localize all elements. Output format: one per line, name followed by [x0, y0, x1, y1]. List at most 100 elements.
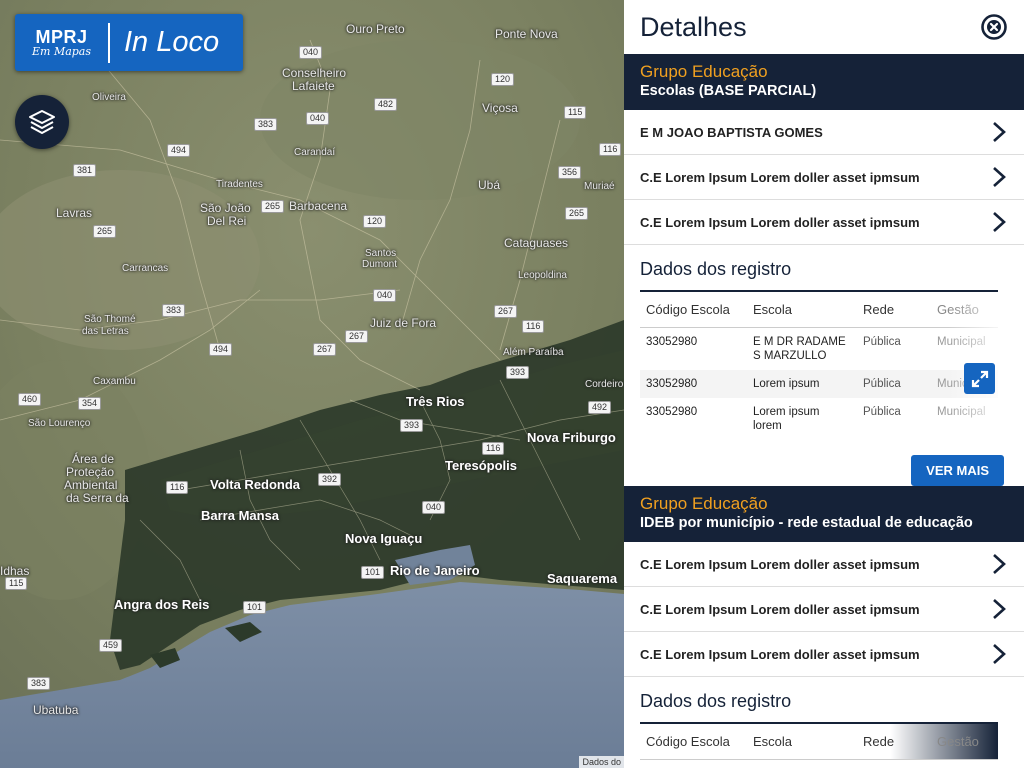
road-shield: 393 [400, 419, 424, 432]
road-shield: 116 [166, 481, 189, 494]
city-label: Nova Friburgo [527, 430, 616, 445]
city-label: Leopoldina [518, 270, 567, 281]
road-shield: 116 [482, 442, 505, 455]
table-header-row: Código Escola Escola Rede Gestão [640, 291, 998, 328]
group-layer-name: Escolas (BASE PARCIAL) [640, 83, 817, 99]
result-item[interactable]: C.E Lorem Ipsum Lorem doller asset ipmsu… [624, 632, 1024, 677]
result-item[interactable]: E M JOAO BAPTISTA GOMES [624, 110, 1024, 155]
road-shield: 494 [167, 144, 191, 157]
road-shield: 482 [374, 98, 398, 111]
map-view[interactable]: Ouro Preto Ponte Nova Conselheiro Lafaie… [0, 0, 624, 768]
city-label: Três Rios [406, 394, 465, 409]
column-header[interactable]: Código Escola [640, 291, 747, 328]
expand-icon [971, 370, 988, 387]
column-header[interactable]: Gestão [931, 291, 998, 328]
city-label: Saquarema [547, 571, 618, 586]
result-item-label: C.E Lorem Ipsum Lorem doller asset ipmsu… [640, 556, 920, 572]
table-cell: Municipal [937, 406, 986, 418]
column-header[interactable]: Gestão [931, 723, 998, 760]
city-label: Del Rei [207, 214, 247, 228]
brand-logo[interactable]: MPRJ Em Mapas In Loco [15, 14, 243, 71]
result-item-label: E M JOAO BAPTISTA GOMES [640, 124, 823, 140]
city-label: das Letras [82, 326, 129, 337]
city-label: Barra Mansa [201, 508, 280, 523]
city-label: Ponte Nova [495, 27, 558, 41]
road-shield: 383 [254, 118, 278, 131]
table-cell: 33052980 [646, 336, 698, 348]
road-shield: 459 [99, 639, 123, 652]
road-shield: 267 [494, 305, 518, 318]
expand-table-button[interactable] [964, 363, 995, 394]
city-label: Viçosa [482, 101, 518, 115]
result-item-label: C.E Lorem Ipsum Lorem doller asset ipmsu… [640, 646, 920, 662]
brand-mprj-block: MPRJ Em Mapas [15, 22, 110, 63]
details-panel: Detalhes Grupo Educação Escolas (BASE PA… [624, 0, 1024, 768]
city-label: Lavras [56, 206, 93, 220]
road-shield: 115 [5, 577, 28, 590]
road-shield: 265 [565, 207, 589, 220]
road-shield: 381 [73, 164, 97, 177]
result-item-label: C.E Lorem Ipsum Lorem doller asset ipmsu… [640, 169, 920, 185]
records-section: Dados dos registro Código Escola Escola … [624, 245, 1024, 457]
city-label: Juiz de Fora [370, 316, 437, 330]
see-more-button[interactable]: VER MAIS [911, 455, 1004, 486]
column-header[interactable]: Rede [857, 723, 931, 760]
city-label: Oliveira [92, 92, 126, 103]
road-shield: 040 [373, 289, 397, 302]
city-label: Lafaiete [292, 79, 335, 93]
road-shield: 101 [243, 601, 267, 614]
city-label: Teresópolis [445, 458, 518, 473]
city-label: Além Paraíba [503, 347, 564, 358]
road-shield: 392 [318, 473, 342, 486]
result-item-label: C.E Lorem Ipsum Lorem doller asset ipmsu… [640, 214, 920, 230]
city-label: Cataguases [504, 236, 569, 250]
city-label: Nova Iguaçu [345, 531, 423, 546]
table-cell: 33052980 [640, 370, 747, 398]
road-shield: 265 [93, 225, 117, 238]
chevron-right-icon [993, 122, 1006, 142]
city-label: São Lourenço [28, 418, 91, 429]
records-table: Código Escola Escola Rede Gestão [640, 722, 998, 760]
table-cell: Lorem ipsum lorem [753, 406, 820, 432]
chevron-right-icon [993, 599, 1006, 619]
brand-subtitle: Em Mapas [31, 44, 92, 58]
records-section: Dados dos registro Código Escola Escola … [624, 677, 1024, 760]
group-name: Grupo Educação [640, 62, 768, 81]
group-name: Grupo Educação [640, 494, 768, 513]
layers-icon [29, 110, 55, 134]
city-label: Barbacena [289, 199, 348, 213]
layers-button[interactable] [15, 95, 69, 149]
group-header: Grupo Educação Escolas (BASE PARCIAL) [624, 54, 1024, 110]
city-label: Tiradentes [216, 179, 263, 190]
table-cell: 33052980 [646, 406, 698, 418]
road-shield: 356 [558, 166, 582, 179]
table-row: 33052980 Lorem ipsum Pública Municipal [640, 370, 998, 398]
road-shield: 267 [345, 330, 369, 343]
city-label: Ubá [478, 178, 501, 192]
city-label: Volta Redonda [210, 477, 301, 492]
close-icon[interactable] [980, 13, 1008, 41]
result-item[interactable]: C.E Lorem Ipsum Lorem doller asset ipmsu… [624, 542, 1024, 587]
column-header[interactable]: Código Escola [640, 723, 747, 760]
column-header[interactable]: Escola [747, 723, 857, 760]
table-cell: E M DR RADAME S MARZULLO [753, 336, 846, 362]
table-row: 33052980 Lorem ipsum lorem Pública Munic… [640, 398, 998, 440]
table-cell: Pública [863, 336, 901, 348]
column-header[interactable]: Escola [747, 291, 857, 328]
road-shield: 115 [564, 106, 587, 119]
table-cell: Pública [857, 370, 931, 398]
chevron-right-icon [993, 212, 1006, 232]
result-item[interactable]: C.E Lorem Ipsum Lorem doller asset ipmsu… [624, 155, 1024, 200]
table-cell: Pública [863, 406, 901, 418]
result-item[interactable]: C.E Lorem Ipsum Lorem doller asset ipmsu… [624, 200, 1024, 245]
city-label: Carandaí [294, 147, 336, 158]
panel-header: Detalhes [624, 0, 1024, 54]
city-label: Dumont [362, 259, 398, 270]
chevron-right-icon [993, 644, 1006, 664]
result-item-label: C.E Lorem Ipsum Lorem doller asset ipmsu… [640, 601, 920, 617]
road-shield: 494 [209, 343, 233, 356]
city-label: Ouro Preto [346, 22, 405, 36]
result-item[interactable]: C.E Lorem Ipsum Lorem doller asset ipmsu… [624, 587, 1024, 632]
column-header[interactable]: Rede [857, 291, 931, 328]
map-attribution[interactable]: Dados do [579, 756, 624, 768]
